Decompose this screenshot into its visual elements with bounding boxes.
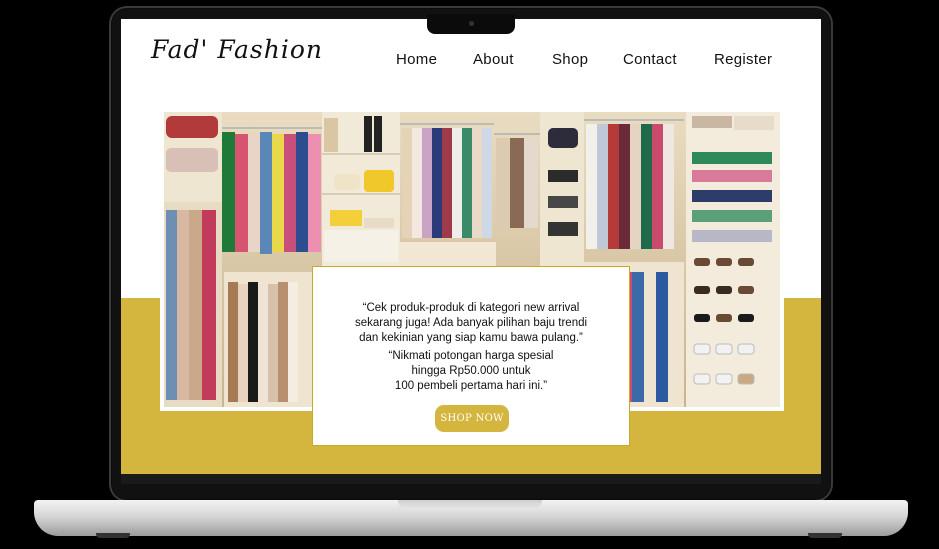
nav-contact[interactable]: Contact: [623, 51, 677, 68]
screen-bezel-bottom: [121, 474, 821, 484]
promo-line: sekarang juga! Ada banyak pilihan baju t…: [354, 317, 588, 329]
shop-now-button[interactable]: SHOP NOW: [435, 405, 509, 432]
trackpad-notch: [398, 500, 542, 510]
promo-line: “Cek produk-produk di kategori new arriv…: [362, 302, 580, 314]
promo-text-discount: “Nikmati potongan harga spesial hingga R…: [313, 349, 629, 394]
promo-line: 100 pembeli pertama hari ini.”: [394, 380, 548, 392]
laptop-screen: Fad' Fashion Home About Shop Contact Reg…: [121, 19, 821, 474]
promo-line: hingga Rp50.000 untuk: [411, 365, 531, 377]
promo-text-new-arrival: “Cek produk-produk di kategori new arriv…: [313, 301, 629, 346]
camera-notch: [427, 14, 515, 34]
nav-shop[interactable]: Shop: [552, 51, 588, 68]
laptop-foot: [96, 533, 130, 538]
nav-about[interactable]: About: [473, 51, 514, 68]
laptop-foot: [808, 533, 842, 538]
main-nav: Home About Shop Contact Register: [121, 51, 821, 71]
promo-line: dan kekinian yang siap kamu bawa pulang.…: [359, 332, 583, 344]
nav-home[interactable]: Home: [396, 51, 437, 68]
promo-line: “Nikmati potongan harga spesial: [388, 350, 554, 362]
promo-card: “Cek produk-produk di kategori new arriv…: [312, 266, 630, 446]
nav-register[interactable]: Register: [714, 51, 772, 68]
camera-icon: [469, 21, 474, 26]
